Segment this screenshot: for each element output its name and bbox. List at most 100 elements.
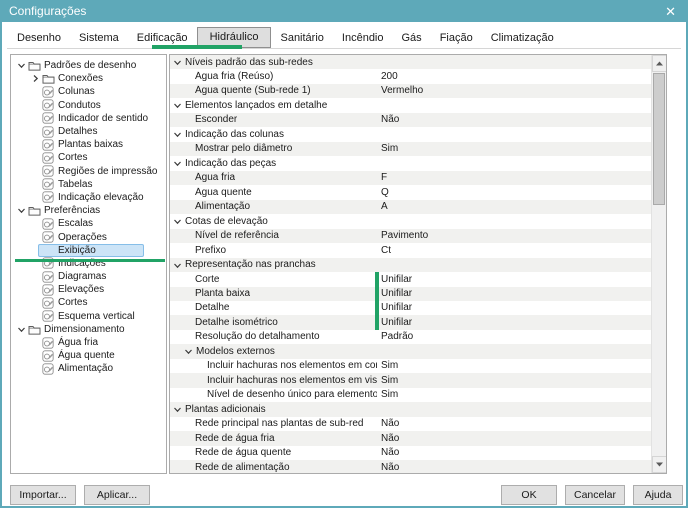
tree-item-operacoes[interactable]: Operações bbox=[11, 230, 166, 243]
tab-incendio[interactable]: Incêndio bbox=[333, 29, 393, 48]
property-value[interactable]: Sim bbox=[381, 375, 398, 386]
grid-row-incluir-hachuras-nos-elementos-em-corte[interactable]: Incluir hachuras nos elementos em corteS… bbox=[170, 359, 651, 373]
property-value[interactable]: Unifilar bbox=[381, 317, 412, 328]
property-value[interactable]: Sim bbox=[381, 389, 398, 400]
section-collapse-icon[interactable] bbox=[173, 58, 182, 70]
property-value[interactable]: Não bbox=[381, 447, 399, 458]
grid-row-resolucao-do-detalhamento[interactable]: Resolução do detalhamentoPadrão bbox=[170, 330, 651, 344]
tree-expander-down-icon[interactable] bbox=[15, 61, 27, 70]
tab-desenho[interactable]: Desenho bbox=[8, 29, 70, 48]
grid-section-plantas-adicionais[interactable]: Plantas adicionais bbox=[170, 402, 651, 416]
tree-item-diagramas[interactable]: Diagramas bbox=[11, 270, 166, 283]
grid-row-planta-baixa[interactable]: Planta baixaUnifilar bbox=[170, 287, 651, 301]
grid-row-rede-principal-nas-plantas-de-sub-redes[interactable]: Rede principal nas plantas de sub-redesN… bbox=[170, 417, 651, 431]
tree-item-indicacao-elevacao[interactable]: Indicação elevação bbox=[11, 191, 166, 204]
property-value[interactable]: Padrão bbox=[381, 331, 413, 342]
tree-item-preferencias[interactable]: Preferências bbox=[11, 204, 166, 217]
grid-row-esconder[interactable]: EsconderNão bbox=[170, 113, 651, 127]
property-value[interactable]: Unifilar bbox=[381, 302, 412, 313]
grid-row-rede-de-agua-quente[interactable]: Rede de água quenteNão bbox=[170, 446, 651, 460]
property-value[interactable]: Sim bbox=[381, 360, 398, 371]
property-value[interactable]: Ct bbox=[381, 245, 391, 256]
grid-row-detalhe-isometrico[interactable]: Detalhe isométricoUnifilar bbox=[170, 315, 651, 329]
section-collapse-icon[interactable] bbox=[173, 405, 182, 417]
section-collapse-icon[interactable] bbox=[184, 347, 193, 359]
grid-row-alimentacao[interactable]: AlimentaçãoA bbox=[170, 200, 651, 214]
tree-item-elevacoes[interactable]: Elevações bbox=[11, 283, 166, 296]
tree-item-indicador-de-sentido[interactable]: Indicador de sentido bbox=[11, 112, 166, 125]
tree-item-colunas[interactable]: Colunas bbox=[11, 85, 166, 98]
grid-row-rede-de-agua-fria[interactable]: Rede de água friaNão bbox=[170, 431, 651, 445]
property-value[interactable]: Não bbox=[381, 114, 399, 125]
tree-item-plantas-baixas[interactable]: Plantas baixas bbox=[11, 138, 166, 151]
property-value[interactable]: Q bbox=[381, 187, 389, 198]
grid-row-agua-quente-sub-rede-1[interactable]: Água quente (Sub-rede 1)Vermelho bbox=[170, 84, 651, 98]
grid-row-agua-fria[interactable]: Água friaF bbox=[170, 171, 651, 185]
section-collapse-icon[interactable] bbox=[173, 261, 182, 273]
grid-row-corte[interactable]: CorteUnifilar bbox=[170, 272, 651, 286]
property-value[interactable]: F bbox=[381, 172, 387, 183]
grid-row-nivel-de-desenho-unico-para-elementos[interactable]: Nível de desenho único para elementos ..… bbox=[170, 388, 651, 402]
grid-row-prefixo[interactable]: PrefixoCt bbox=[170, 243, 651, 257]
grid-section-niveis-padrao-das-sub-redes[interactable]: Níveis padrão das sub-redes bbox=[170, 55, 651, 69]
property-value[interactable]: Sim bbox=[381, 143, 398, 154]
tree-expander-right-icon[interactable] bbox=[29, 74, 41, 83]
grid-row-detalhe[interactable]: DetalheUnifilar bbox=[170, 301, 651, 315]
tab-sistema[interactable]: Sistema bbox=[70, 29, 128, 48]
property-value[interactable]: Não bbox=[381, 418, 399, 429]
property-value[interactable]: Unifilar bbox=[381, 288, 412, 299]
property-value[interactable]: A bbox=[381, 201, 388, 212]
grid-row-mostrar-pelo-diametro[interactable]: Mostrar pelo diâmetroSim bbox=[170, 142, 651, 156]
tree-item-regioes-de-impressao[interactable]: Regiões de impressão bbox=[11, 165, 166, 178]
section-collapse-icon[interactable] bbox=[173, 130, 182, 142]
property-value[interactable]: Não bbox=[381, 462, 399, 473]
tree-item-padroes-de-desenho[interactable]: Padrões de desenho bbox=[11, 59, 166, 72]
tree-item-agua-fria[interactable]: Água fria bbox=[11, 336, 166, 349]
grid-section-indicacao-das-colunas[interactable]: Indicação das colunas bbox=[170, 127, 651, 141]
tree-item-exibicao[interactable]: Exibição bbox=[11, 244, 166, 257]
tree-item-tabelas[interactable]: Tabelas bbox=[11, 178, 166, 191]
grid-row-agua-fria-reuso[interactable]: Água fria (Reúso)200 bbox=[170, 69, 651, 83]
grid-section-representacao-nas-pranchas[interactable]: Representação nas pranchas bbox=[170, 258, 651, 272]
help-button[interactable]: Ajuda bbox=[633, 485, 683, 505]
apply-button[interactable]: Aplicar... bbox=[84, 485, 150, 505]
tree-item-cortes[interactable]: Cortes bbox=[11, 296, 166, 309]
tab-sanitario[interactable]: Sanitário bbox=[271, 29, 332, 48]
tree-item-esquema-vertical[interactable]: Esquema vertical bbox=[11, 310, 166, 323]
tab-climatizacao[interactable]: Climatização bbox=[482, 29, 563, 48]
grid-section-modelos-externos[interactable]: Modelos externos bbox=[170, 344, 651, 358]
tab-gas[interactable]: Gás bbox=[393, 29, 431, 48]
property-value[interactable]: 200 bbox=[381, 71, 398, 82]
section-collapse-icon[interactable] bbox=[173, 159, 182, 171]
grid-row-agua-quente[interactable]: Água quenteQ bbox=[170, 185, 651, 199]
section-collapse-icon[interactable] bbox=[173, 101, 182, 113]
tree-item-conexoes[interactable]: Conexões bbox=[11, 72, 166, 85]
property-value[interactable]: Não bbox=[381, 433, 399, 444]
tree-expander-down-icon[interactable] bbox=[15, 325, 27, 334]
property-value[interactable]: Pavimento bbox=[381, 230, 428, 241]
tree-item-dimensionamento[interactable]: Dimensionamento bbox=[11, 323, 166, 336]
scroll-down-icon[interactable] bbox=[652, 456, 667, 473]
section-collapse-icon[interactable] bbox=[173, 217, 182, 229]
tree-item-condutos[interactable]: Condutos bbox=[11, 99, 166, 112]
grid-section-indicacao-das-pecas[interactable]: Indicação das peças bbox=[170, 156, 651, 170]
grid-row-nivel-de-referencia[interactable]: Nível de referênciaPavimento bbox=[170, 229, 651, 243]
tree-item-agua-quente[interactable]: Água quente bbox=[11, 349, 166, 362]
tree-item-alimentacao[interactable]: Alimentação bbox=[11, 362, 166, 375]
property-value[interactable]: Unifilar bbox=[381, 274, 412, 285]
grid-scrollbar[interactable] bbox=[651, 55, 666, 473]
tree-item-detalhes[interactable]: Detalhes bbox=[11, 125, 166, 138]
ok-button[interactable]: OK bbox=[501, 485, 557, 505]
tab-fiacao[interactable]: Fiação bbox=[431, 29, 482, 48]
close-icon[interactable]: ✕ bbox=[662, 5, 679, 18]
tree-item-escalas[interactable]: Escalas bbox=[11, 217, 166, 230]
property-value[interactable]: Vermelho bbox=[381, 85, 423, 96]
scroll-up-icon[interactable] bbox=[652, 55, 667, 72]
tree-expander-down-icon[interactable] bbox=[15, 206, 27, 215]
cancel-button[interactable]: Cancelar bbox=[565, 485, 625, 505]
scrollbar-thumb[interactable] bbox=[653, 73, 665, 205]
import-button[interactable]: Importar... bbox=[10, 485, 76, 505]
grid-section-elementos-lancados-em-detalhe[interactable]: Elementos lançados em detalhe bbox=[170, 98, 651, 112]
tree-item-cortes[interactable]: Cortes bbox=[11, 151, 166, 164]
grid-row-rede-de-alimentacao[interactable]: Rede de alimentaçãoNão bbox=[170, 460, 651, 474]
